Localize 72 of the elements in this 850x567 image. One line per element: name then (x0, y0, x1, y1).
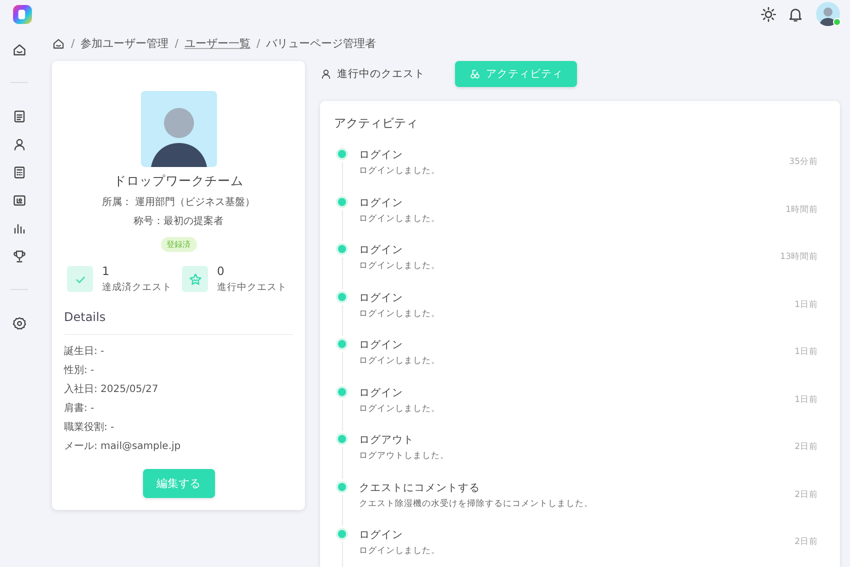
timeline-dot (338, 388, 346, 396)
activity-title: クエストにコメントする (359, 480, 481, 494)
home-icon (12, 42, 26, 56)
breadcrumb-separator: / (256, 36, 260, 50)
timeline-dot (338, 292, 346, 300)
breadcrumb-separator: / (174, 36, 178, 50)
activity-title: ログイン (359, 528, 404, 542)
activity-description: ログインしました。 (359, 402, 441, 414)
stat-value: 0 (217, 264, 226, 278)
activity-time: 1日前 (794, 346, 818, 359)
activity-time: 2日前 (794, 488, 818, 502)
activity-time: 13時間前 (780, 251, 818, 264)
tab[interactable]: 進行中のクエスト (320, 61, 439, 87)
activity-time: 35分前 (789, 156, 818, 169)
title-text: 称号：最初の提案者 (134, 214, 224, 228)
activity-time: 1日前 (794, 394, 818, 406)
timeline-dot (338, 245, 346, 253)
detail-line: 性別: - (64, 364, 96, 377)
activity-time: 2日前 (794, 441, 818, 454)
activity-title: ログイン (359, 148, 404, 162)
detail-line: 入社日: 2025/05/27 (64, 383, 160, 396)
activity-description: ログインしました。 (359, 308, 441, 320)
activity-title: ログイン (359, 290, 404, 304)
activity-time: 1日前 (794, 298, 818, 312)
breadcrumb-link[interactable]: ユーザー一覧 (184, 36, 250, 50)
calculator-icon (12, 164, 26, 180)
activity-description: ログインしました。 (359, 355, 441, 367)
timeline-dot (338, 198, 346, 206)
activity-description: ログインしました。 (359, 212, 441, 224)
stat-value: 1 (102, 264, 110, 278)
breadcrumb-item: バリューページ管理者 (266, 36, 376, 50)
activity-title: ログイン (359, 338, 404, 352)
activity-description: ログインしました。 (359, 545, 441, 557)
timeline-dot (338, 435, 346, 443)
star-icon (188, 272, 202, 286)
activity-title: ログイン (359, 196, 404, 210)
detail-line: 肩書: - (64, 402, 96, 415)
avatar-icon[interactable] (816, 2, 840, 26)
breadcrumb-separator: / (71, 36, 75, 50)
user-icon (320, 68, 332, 80)
activity-title: ログアウト (359, 433, 415, 447)
activity-title: ログイン (359, 243, 404, 257)
timeline-dot (338, 482, 346, 490)
activity-description: ログアウトしました。 (359, 450, 450, 462)
detail-line: 誕生日: - (64, 345, 106, 358)
activity-description: ログインしました。 (359, 165, 441, 177)
detail-line: メール: mail@sample.jp (64, 440, 182, 453)
activity-heading: アクティビティ (334, 115, 419, 132)
breadcrumb-item: 参加ユーザー管理 (80, 36, 169, 50)
profile-name: ドロップワークチーム (114, 173, 244, 190)
timeline-dot (338, 530, 346, 538)
department-text: 所属： 運用部門（ビジネス基盤） (102, 196, 256, 209)
details-heading: Details (64, 310, 293, 335)
user-icon (12, 136, 26, 152)
activity-time: 1時間前 (786, 204, 818, 216)
settings-icon (12, 316, 26, 330)
sun-icon (760, 6, 777, 22)
logo-icon[interactable] (12, 4, 33, 24)
detail-line: 職業役割: - (64, 421, 116, 434)
home-icon[interactable] (52, 36, 65, 50)
activity-description: クエスト除湿機の水受けを掃除するにコメントしました。 (359, 498, 594, 510)
timeline-dot (338, 340, 346, 348)
chart-board-icon (12, 192, 26, 208)
status-badge: 登録済 (160, 237, 196, 252)
activity-description: ログインしました。 (359, 260, 441, 272)
trophy-icon (12, 248, 26, 264)
timeline-dot (338, 150, 346, 158)
activity-time: 2日前 (794, 536, 818, 549)
activity-title: ログイン (359, 386, 404, 400)
stat-label: 進行中クエスト (217, 281, 287, 294)
stat-label: 達成済クエスト (102, 281, 172, 294)
document-icon (12, 108, 26, 124)
